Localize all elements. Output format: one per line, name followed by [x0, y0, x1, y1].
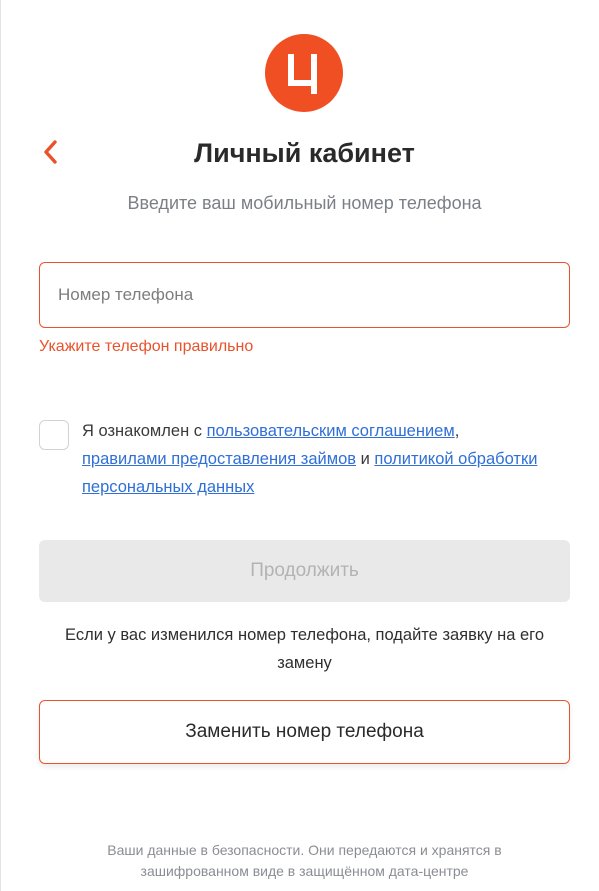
- change-phone-info: Если у вас изменился номер телефона, под…: [65, 626, 544, 672]
- logo-letter-icon: [288, 54, 317, 94]
- phone-input[interactable]: [39, 262, 570, 328]
- page-subtitle: Введите ваш мобильный номер телефона: [127, 193, 482, 213]
- agreement-checkbox[interactable]: [39, 420, 69, 450]
- page-left-border: [0, 0, 1, 891]
- phone-error-message: Укажите телефон правильно: [39, 338, 254, 355]
- agreement-text: Я ознакомлен с пользовательским соглашен…: [82, 417, 577, 501]
- page-title: Личный кабинет: [194, 138, 415, 168]
- change-phone-button[interactable]: Заменить номер телефона: [39, 700, 570, 764]
- continue-button[interactable]: Продолжить: [39, 540, 570, 602]
- agreement-and: и: [356, 450, 375, 468]
- brand-logo: [265, 34, 343, 112]
- loan-rules-link[interactable]: правилами предоставления займов: [82, 450, 356, 468]
- agreement-prefix: Я ознакомлен с: [82, 422, 207, 440]
- security-note: Ваши данные в безопасности. Они передают…: [107, 842, 502, 879]
- user-agreement-link[interactable]: пользовательским соглашением: [207, 422, 455, 440]
- agreement-separator: ,: [454, 422, 460, 440]
